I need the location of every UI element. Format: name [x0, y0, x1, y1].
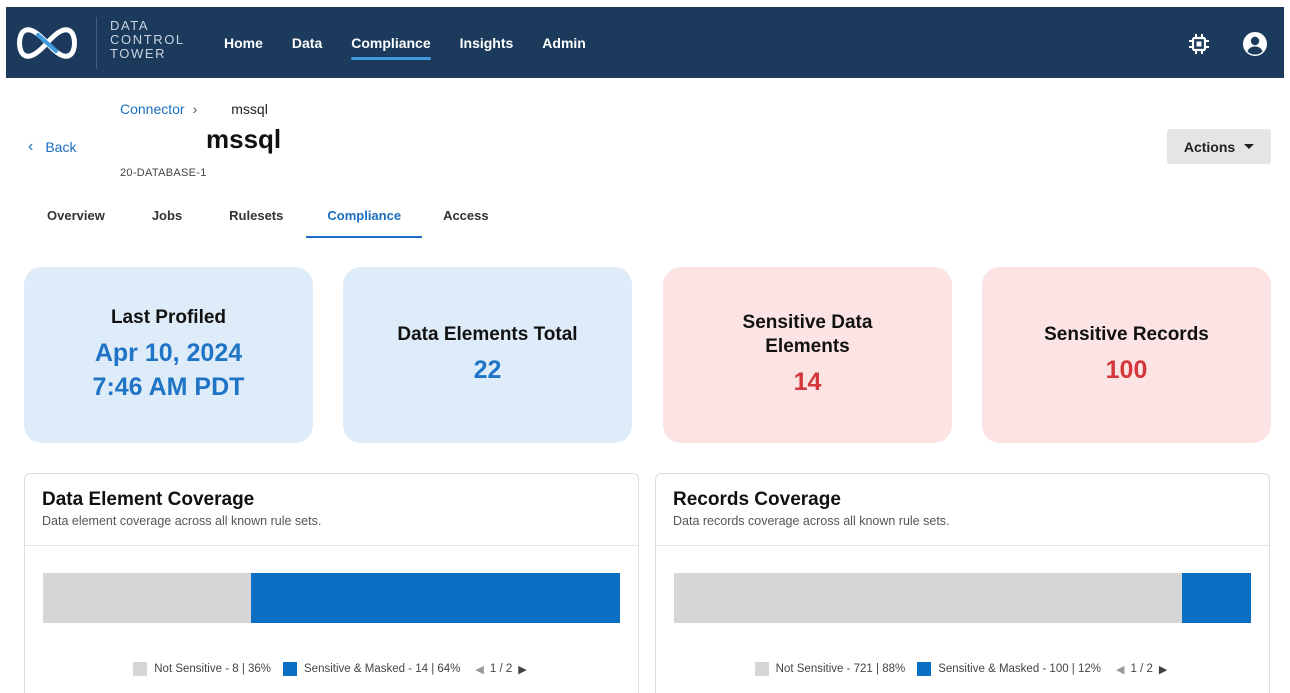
- brand-wordmark: DATA CONTROL TOWER: [110, 19, 185, 61]
- coverage-legend: Not Sensitive - 8 | 36% Sensitive & Mask…: [25, 662, 638, 676]
- tab-access[interactable]: Access: [422, 198, 510, 238]
- triangle-right-icon[interactable]: ▶: [515, 663, 529, 676]
- actions-dropdown-button[interactable]: Actions: [1167, 129, 1271, 164]
- legend-label-sensitive-masked: Sensitive & Masked - 100 | 12%: [938, 663, 1102, 675]
- legend-item-sensitive-masked[interactable]: Sensitive & Masked - 100 | 12%: [917, 662, 1101, 676]
- infinity-logo-icon[interactable]: [16, 25, 78, 61]
- sensitive-data-elements-value: 14: [793, 368, 822, 396]
- last-profiled-label: Last Profiled: [110, 307, 227, 328]
- legend-pager: ◀ 1 / 2 ▶: [1113, 663, 1170, 676]
- panel-description: Data records coverage across all known r…: [673, 514, 950, 528]
- bar-segment-sensitive-masked[interactable]: [1181, 573, 1251, 623]
- last-profiled-date: Apr 10, 2024: [94, 339, 243, 367]
- legend-page-indicator: 1 / 2: [1130, 663, 1153, 675]
- legend-item-not-sensitive[interactable]: Not Sensitive - 721 | 88%: [754, 662, 906, 676]
- brand-line-1: DATA: [110, 18, 150, 33]
- panel-header: Data Element Coverage Data element cover…: [25, 474, 638, 546]
- triangle-left-icon[interactable]: ◀: [472, 663, 486, 676]
- brand-line-3: TOWER: [110, 46, 167, 61]
- legend-label-sensitive-masked: Sensitive & Masked - 14 | 64%: [304, 663, 461, 675]
- triangle-right-icon[interactable]: ▶: [1156, 663, 1170, 676]
- nav-data[interactable]: Data: [292, 31, 322, 55]
- page-subtitle: 20-DATABASE-1: [120, 167, 207, 179]
- triangle-left-icon[interactable]: ◀: [1113, 663, 1127, 676]
- bar-segment-not-sensitive[interactable]: [674, 573, 1182, 623]
- legend-label-not-sensitive: Not Sensitive - 8 | 36%: [154, 663, 272, 675]
- coverage-legend: Not Sensitive - 721 | 88% Sensitive & Ma…: [656, 662, 1269, 676]
- breadcrumb-connector-link[interactable]: Connector: [120, 101, 185, 117]
- panel-title: Data Element Coverage: [42, 489, 255, 510]
- back-label: Back: [45, 139, 77, 155]
- back-button[interactable]: ‹ Back: [28, 138, 76, 156]
- breadcrumb-separator: ›: [192, 101, 198, 117]
- chevron-left-icon: ‹: [28, 138, 34, 155]
- user-circle-icon[interactable]: [1242, 31, 1268, 57]
- sensitive-data-elements-label-line2: Elements: [765, 336, 850, 357]
- caret-down-icon: [1244, 144, 1255, 149]
- last-profiled-card: Last Profiled Apr 10, 2024 7:46 AM PDT: [24, 267, 313, 443]
- nav-insights[interactable]: Insights: [460, 31, 514, 55]
- nav-home[interactable]: Home: [224, 31, 263, 55]
- nav-compliance[interactable]: Compliance: [351, 31, 431, 60]
- panel-title: Records Coverage: [673, 489, 841, 510]
- legend-item-not-sensitive[interactable]: Not Sensitive - 8 | 36%: [133, 662, 271, 676]
- legend-swatch-sensitive-masked: [283, 662, 298, 676]
- sensitive-records-card: Sensitive Records 100: [982, 267, 1271, 443]
- legend-pager: ◀ 1 / 2 ▶: [472, 663, 529, 676]
- top-nav-bar: DATA CONTROL TOWER Home Data Compliance …: [6, 7, 1284, 78]
- sensitive-data-elements-card: Sensitive Data Elements 14: [663, 267, 952, 443]
- logo-divider: [96, 17, 97, 69]
- connector-tabs: Overview Jobs Rulesets Compliance Access: [26, 198, 510, 238]
- data-elements-total-card: Data Elements Total 22: [343, 267, 632, 443]
- tab-rulesets[interactable]: Rulesets: [208, 198, 304, 238]
- legend-swatch-sensitive-masked: [917, 662, 932, 676]
- bar-segment-sensitive-masked[interactable]: [250, 573, 620, 623]
- bar-segment-not-sensitive[interactable]: [43, 573, 251, 623]
- legend-label-not-sensitive: Not Sensitive - 721 | 88%: [775, 663, 906, 675]
- panel-description: Data element coverage across all known r…: [42, 514, 322, 528]
- data-elements-total-value: 22: [473, 356, 502, 384]
- chip-icon[interactable]: [1188, 33, 1210, 55]
- sensitive-data-elements-label-line1: Sensitive Data: [742, 312, 873, 333]
- data-elements-total-label: Data Elements Total: [397, 324, 578, 345]
- last-profiled-time: 7:46 AM PDT: [92, 373, 245, 401]
- records-coverage-panel: Records Coverage Data records coverage a…: [655, 473, 1270, 693]
- tab-jobs[interactable]: Jobs: [131, 198, 203, 238]
- legend-page-indicator: 1 / 2: [489, 663, 513, 675]
- tab-overview[interactable]: Overview: [26, 198, 126, 238]
- sensitive-records-label: Sensitive Records: [1044, 324, 1209, 345]
- coverage-bar: [674, 573, 1251, 623]
- page-title: mssql: [206, 124, 282, 154]
- main-nav: Home Data Compliance Insights Admin: [224, 7, 615, 78]
- legend-swatch-not-sensitive: [754, 662, 769, 676]
- sensitive-records-value: 100: [1105, 356, 1148, 384]
- breadcrumb: Connector › mssql: [120, 101, 268, 117]
- breadcrumb-current: mssql: [231, 101, 268, 117]
- legend-item-sensitive-masked[interactable]: Sensitive & Masked - 14 | 64%: [283, 662, 460, 676]
- brand-line-2: CONTROL: [110, 32, 185, 47]
- tab-compliance[interactable]: Compliance: [306, 198, 422, 238]
- data-element-coverage-panel: Data Element Coverage Data element cover…: [24, 473, 639, 693]
- panel-header: Records Coverage Data records coverage a…: [656, 474, 1269, 546]
- coverage-bar: [43, 573, 620, 623]
- nav-admin[interactable]: Admin: [542, 31, 586, 55]
- legend-swatch-not-sensitive: [133, 662, 148, 676]
- actions-label: Actions: [1183, 138, 1236, 155]
